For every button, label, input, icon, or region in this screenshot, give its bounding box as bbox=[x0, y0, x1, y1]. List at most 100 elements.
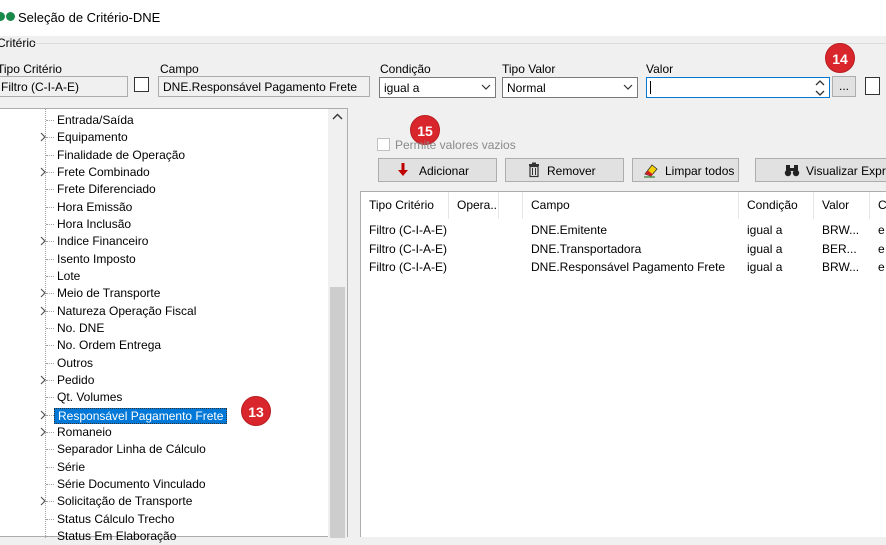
tree-connector bbox=[46, 275, 54, 277]
column-header[interactable]: Condição bbox=[739, 192, 814, 219]
column-header[interactable]: Tipo Critério bbox=[361, 192, 449, 219]
trash-icon bbox=[529, 162, 539, 178]
tree-connector bbox=[46, 120, 54, 121]
table-cell: igual a bbox=[747, 260, 783, 274]
column-header[interactable]: C bbox=[870, 192, 886, 219]
ellipsis-button[interactable]: ... bbox=[832, 76, 856, 97]
tree-item-label: Frete Combinado bbox=[57, 164, 150, 179]
table-cell: Filtro (C-I-A-E) bbox=[369, 241, 447, 256]
tree-connector bbox=[46, 379, 54, 381]
tree-item[interactable]: Isento Imposto bbox=[0, 251, 328, 268]
tree-connector bbox=[46, 518, 54, 520]
tipo-criterio-label: Tipo Critério bbox=[0, 62, 62, 76]
tree-connector bbox=[46, 171, 54, 173]
tree-item[interactable]: Frete Diferenciado bbox=[0, 181, 328, 198]
adicionar-button[interactable]: Adicionar bbox=[378, 158, 497, 182]
permite-vazios-checkbox[interactable] bbox=[377, 138, 390, 151]
tipo-valor-select[interactable]: Normal bbox=[502, 77, 638, 98]
column-header[interactable] bbox=[499, 192, 523, 219]
table-cell: e bbox=[878, 223, 885, 237]
tree-item-label: Solicitação de Transporte bbox=[57, 494, 193, 509]
criteria-grid[interactable]: Tipo Critério Opera... Campo Condição Valor C… bbox=[360, 191, 886, 537]
tree-item[interactable]: Lote bbox=[0, 268, 328, 285]
tree-connector bbox=[46, 397, 54, 399]
tree-item-label: Romaneio bbox=[57, 424, 112, 439]
tree-item[interactable]: Série bbox=[0, 459, 328, 476]
tree-item[interactable]: Frete Combinado bbox=[0, 164, 328, 181]
app-icon bbox=[0, 12, 16, 22]
remover-button[interactable]: Remover bbox=[505, 158, 624, 182]
tree-item[interactable]: Status Cálculo Trecho bbox=[0, 511, 328, 528]
valor-label: Valor bbox=[646, 62, 674, 76]
scroll-thumb[interactable] bbox=[330, 287, 345, 538]
column-header[interactable]: Valor bbox=[814, 192, 870, 219]
limpar-todos-button[interactable]: Limpar todos bbox=[632, 158, 739, 182]
tree-item[interactable]: Separador Linha de Cálculo bbox=[0, 441, 328, 458]
tree-item[interactable]: Natureza Operação Fiscal bbox=[0, 303, 328, 320]
valor-checkbox[interactable] bbox=[865, 77, 880, 95]
tree-item-label: Série bbox=[57, 459, 86, 474]
group-divider bbox=[34, 43, 886, 44]
remover-label: Remover bbox=[547, 164, 596, 178]
badge-13: 13 bbox=[241, 396, 271, 426]
tree-connector bbox=[46, 431, 54, 433]
tree-scrollbar[interactable] bbox=[328, 109, 347, 538]
visualizar-expressao-button[interactable]: Visualizar Expre bbox=[755, 158, 886, 182]
tree-item-label: Equipamento bbox=[57, 130, 128, 145]
table-cell: e bbox=[878, 241, 885, 256]
tree-item-label: Entrada/Saída bbox=[57, 113, 134, 127]
tree-item[interactable]: Romaneio bbox=[0, 424, 328, 441]
tree-item-label: Outros bbox=[57, 355, 94, 370]
table-row[interactable]: Filtro (C-I-A-E) DNE.Transportadora igual … bbox=[361, 240, 886, 258]
tree-item[interactable]: Solicitação de Transporte bbox=[0, 493, 328, 510]
tree-item[interactable]: Finalidade de Operação bbox=[0, 147, 328, 164]
tree-connector bbox=[46, 327, 54, 329]
tree-item[interactable]: Qt. Volumes bbox=[0, 389, 328, 406]
tree-connector bbox=[46, 258, 54, 260]
tree-item[interactable]: Pedido bbox=[0, 372, 328, 389]
campo-label: Campo bbox=[160, 62, 199, 76]
valor-input[interactable] bbox=[646, 77, 830, 98]
table-cell: Filtro (C-I-A-E) bbox=[369, 260, 447, 274]
tree-item[interactable]: Hora Inclusão bbox=[0, 216, 328, 233]
tree-item-label: Responsável Pagamento Frete bbox=[54, 407, 228, 424]
text-cursor bbox=[650, 81, 651, 94]
condicao-select[interactable]: igual a bbox=[379, 77, 496, 98]
table-row[interactable]: Filtro (C-I-A-E) DNE.Responsável Pagament… bbox=[361, 258, 886, 276]
campo-field: DNE.Responsável Pagamento Frete bbox=[158, 76, 370, 97]
tree-item[interactable]: Indice Financeiro bbox=[0, 233, 328, 250]
tree-connector bbox=[46, 483, 54, 485]
tree-connector bbox=[46, 241, 54, 243]
column-header[interactable]: Opera... bbox=[449, 192, 499, 219]
limpar-todos-label: Limpar todos bbox=[665, 164, 735, 178]
tree-item-label: Indice Financeiro bbox=[57, 234, 149, 249]
table-row[interactable]: Filtro (C-I-A-E) DNE.Emitente igual a BRW..… bbox=[361, 221, 886, 239]
table-cell: BER... bbox=[822, 241, 857, 256]
adicionar-label: Adicionar bbox=[419, 164, 470, 178]
table-cell: Filtro (C-I-A-E) bbox=[369, 223, 447, 237]
tree-item[interactable]: Status Em Elaboração bbox=[0, 528, 328, 545]
tree-item[interactable]: Entrada/Saída bbox=[0, 112, 328, 129]
tree-item-label: Status Em Elaboração bbox=[57, 528, 177, 543]
tree-item[interactable]: Hora Emissão bbox=[0, 199, 328, 216]
tipo-criterio-checkbox[interactable] bbox=[134, 77, 149, 92]
tree-item[interactable]: Responsável Pagamento Frete bbox=[0, 407, 328, 424]
table-cell: igual a bbox=[747, 223, 783, 237]
tree-item[interactable]: Meio de Transporte bbox=[0, 285, 328, 302]
binoculars-icon bbox=[784, 165, 800, 177]
criteria-tree[interactable]: Entrada/Saída Equipamento Finalidade de Op… bbox=[0, 108, 348, 543]
scroll-up-icon[interactable] bbox=[332, 113, 343, 121]
tree-item[interactable]: No. DNE bbox=[0, 320, 328, 337]
table-cell: BRW... bbox=[822, 223, 860, 237]
tree-item[interactable]: Outros bbox=[0, 355, 328, 372]
tree-item[interactable]: Equipamento bbox=[0, 129, 328, 146]
tree-item-label: Qt. Volumes bbox=[57, 390, 123, 405]
tree-item-label: Finalidade de Operação bbox=[57, 147, 186, 162]
tree-item[interactable]: Série Documento Vinculado bbox=[0, 476, 328, 493]
column-header[interactable]: Campo bbox=[523, 192, 739, 219]
tree-item[interactable]: No. Ordem Entrega bbox=[0, 337, 328, 354]
permite-vazios-label: Permite valores vazios bbox=[395, 138, 516, 152]
spin-updown-icon[interactable] bbox=[812, 78, 828, 98]
tree-item-label: Meio de Transporte bbox=[57, 286, 161, 301]
title-bar: Seleção de Critério-DNE bbox=[0, 0, 886, 36]
